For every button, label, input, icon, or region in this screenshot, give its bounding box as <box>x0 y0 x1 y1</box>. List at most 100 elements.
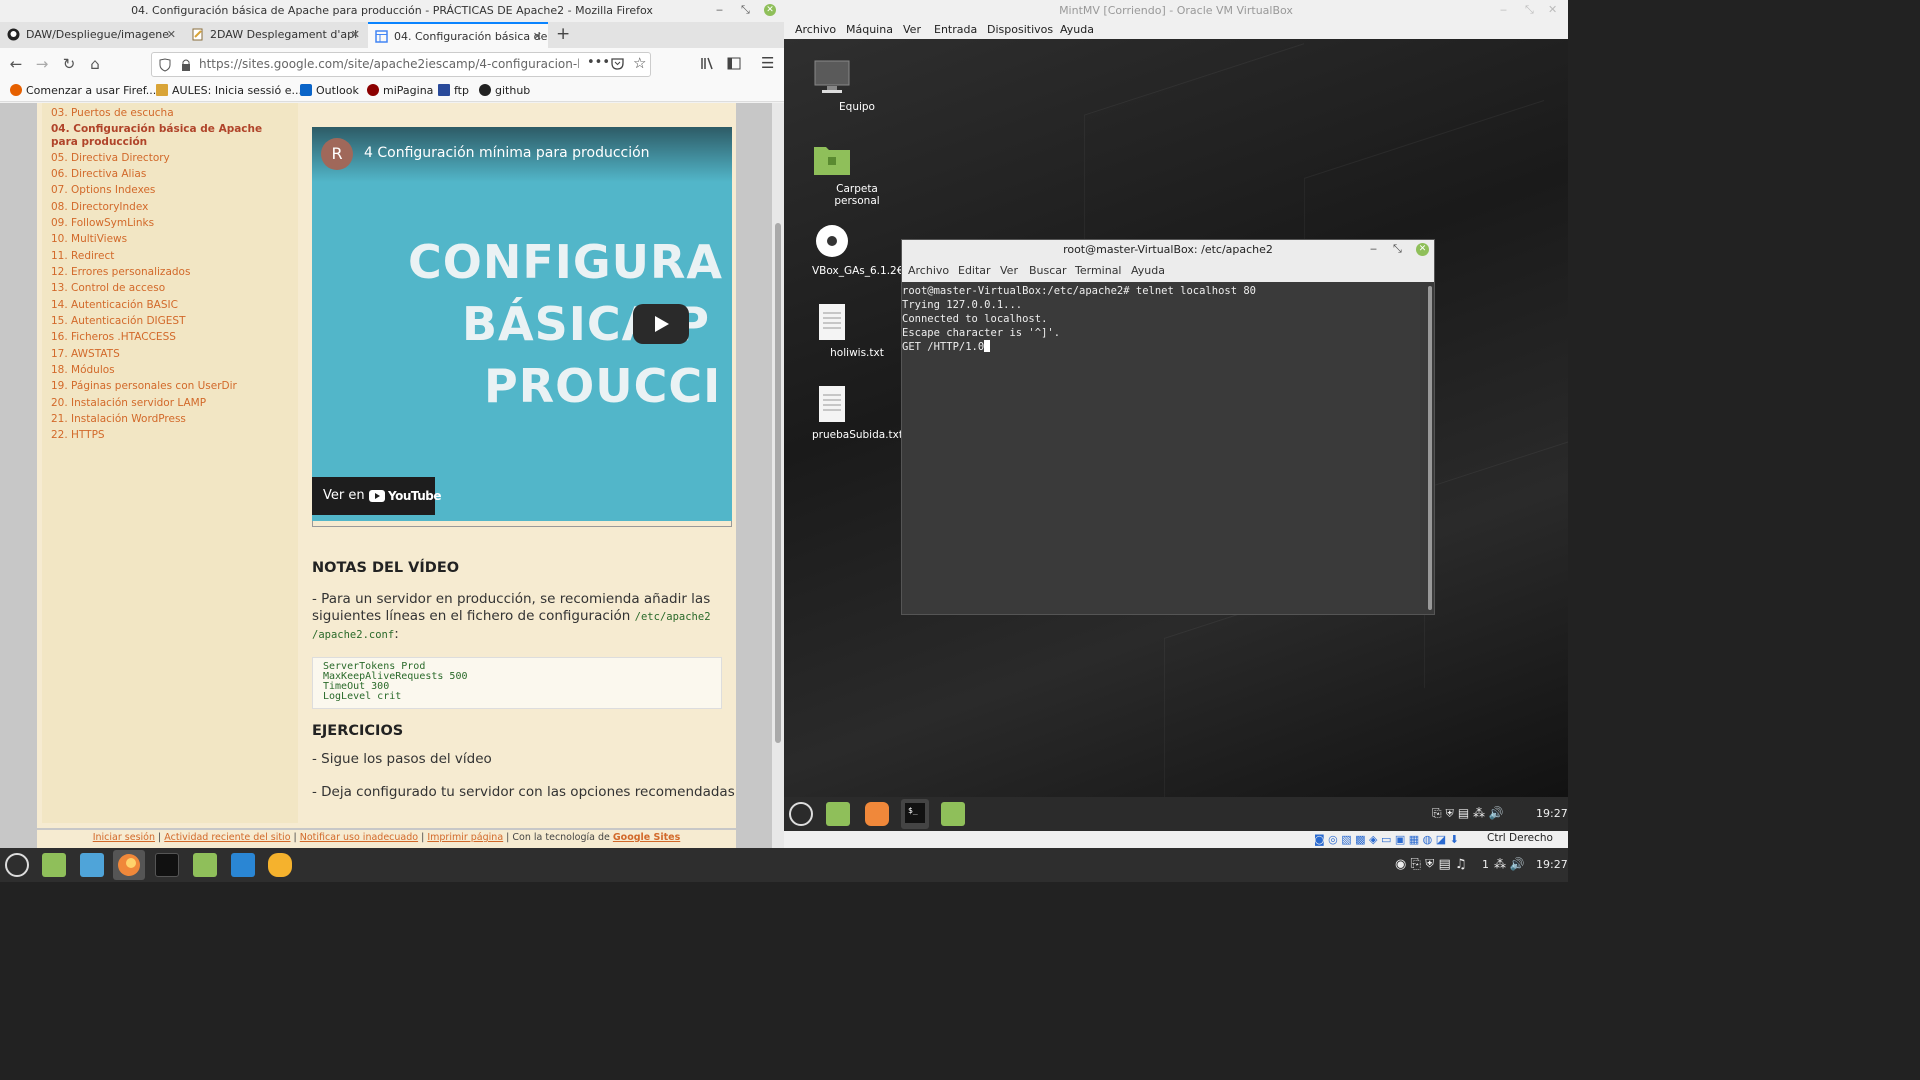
channel-avatar[interactable]: R <box>321 138 353 170</box>
nav-link[interactable]: 20. Instalación servidor LAMP <box>51 397 206 409</box>
menu-terminal[interactable]: Terminal <box>1075 264 1122 277</box>
menu-ayuda[interactable]: Ayuda <box>1060 23 1094 36</box>
reload-icon[interactable]: ↻ <box>60 55 78 73</box>
files-icon[interactable] <box>826 802 850 826</box>
close-button[interactable]: ✕ <box>764 4 776 16</box>
desktop-icon-holiwis[interactable]: holiwis.txt <box>812 303 902 359</box>
nav-link[interactable]: 08. DirectoryIndex <box>51 201 148 213</box>
nav-link[interactable]: 03. Puertos de escucha <box>51 107 174 119</box>
shield-lock-icon[interactable] <box>158 58 192 72</box>
nav-link[interactable]: 18. Módulos <box>51 364 115 376</box>
nav-link[interactable]: 15. Autenticación DIGEST <box>51 315 186 327</box>
show-desktop-icon[interactable] <box>42 853 66 877</box>
firefox-icon[interactable] <box>865 802 889 826</box>
url-bar[interactable]: https://sites.google.com/site/apache2ies… <box>151 52 651 77</box>
close-button[interactable]: ✕ <box>1548 3 1557 16</box>
desktop-icon-pruebasubida[interactable]: pruebaSubida.txt <box>812 385 903 441</box>
maximize-button[interactable]: ⤡ <box>741 3 750 17</box>
desktop-icon-equipo[interactable]: Equipo <box>812 59 902 113</box>
nav-link[interactable]: 11. Redirect <box>51 250 114 262</box>
bookmark-item[interactable]: miPagina <box>367 84 433 97</box>
bookmark-item[interactable]: Outlook <box>300 84 359 97</box>
library-icon[interactable] <box>700 57 714 70</box>
folder-icon[interactable] <box>193 853 217 877</box>
tab-configuracion[interactable]: 04. Configuración básica de ✕ <box>368 22 548 48</box>
nav-link[interactable]: 07. Options Indexes <box>51 184 155 196</box>
nav-link[interactable]: 16. Ficheros .HTACCESS <box>51 331 176 343</box>
new-tab-button[interactable]: + <box>556 24 570 44</box>
pocket-icon[interactable] <box>611 57 624 70</box>
google-sites-link[interactable]: Google Sites <box>613 832 680 843</box>
footer-link[interactable]: Imprimir página <box>427 832 503 843</box>
home-icon[interactable]: ⌂ <box>86 55 104 73</box>
virtualbox-icon[interactable] <box>80 853 104 877</box>
play-button[interactable] <box>633 304 689 344</box>
video-title[interactable]: 4 Configuración mínima para producción <box>364 145 650 161</box>
menu-dispositivos[interactable]: Dispositivos <box>987 23 1053 36</box>
footer-link[interactable]: Iniciar sesión <box>93 832 155 843</box>
firefox-active-icon[interactable] <box>113 850 145 880</box>
bookmark-item[interactable]: ftp <box>438 84 469 97</box>
mint-menu-icon[interactable] <box>789 802 813 826</box>
network-volume-icons[interactable]: ⁂ 🔊 <box>1494 857 1525 871</box>
minimize-button[interactable]: ‒ <box>1370 242 1377 255</box>
sidebar-icon[interactable] <box>727 57 741 70</box>
close-tab-icon[interactable]: ✕ <box>533 24 542 48</box>
nav-link[interactable]: 17. AWSTATS <box>51 348 120 360</box>
nav-link[interactable]: 12. Errores personalizados <box>51 266 190 278</box>
nav-link[interactable]: 09. FollowSymLinks <box>51 217 154 229</box>
maximize-button[interactable]: ⤡ <box>1393 242 1402 256</box>
nav-link[interactable]: 22. HTTPS <box>51 429 105 441</box>
back-icon[interactable]: ← <box>7 55 25 73</box>
nav-link[interactable]: 21. Instalación WordPress <box>51 413 186 425</box>
menu-maquina[interactable]: Máquina <box>846 23 893 36</box>
vbox-device-icons[interactable]: ◙ ◎ ▧ ▩ ◈ ▭ ▣ ▦ ◍ ◪ ⬇ <box>1314 833 1459 846</box>
desktop-icon-vbox-gas[interactable]: VBox_GAs_6.1.2€ <box>812 223 903 277</box>
nav-link[interactable]: 10. MultiViews <box>51 233 127 245</box>
nav-link[interactable]: 06. Directiva Alias <box>51 168 146 180</box>
nav-link[interactable]: 13. Control de acceso <box>51 282 165 294</box>
terminal-active-icon[interactable]: $_ <box>901 799 929 829</box>
menu-buscar[interactable]: Buscar <box>1029 264 1067 277</box>
menu-ver[interactable]: Ver <box>1000 264 1018 277</box>
filezilla-icon[interactable] <box>268 853 292 877</box>
menu-archivo[interactable]: Archivo <box>795 23 836 36</box>
menu-editar[interactable]: Editar <box>958 264 991 277</box>
tab-2daw[interactable]: 2DAW Desplegament d'apl ✕ <box>184 22 366 48</box>
bookmark-item[interactable]: Comenzar a usar Firef... <box>10 84 156 97</box>
bookmark-item[interactable]: github <box>479 84 530 97</box>
menu-ayuda[interactable]: Ayuda <box>1131 264 1165 277</box>
close-tab-icon[interactable]: ✕ <box>351 22 360 48</box>
minimize-button[interactable]: ‒ <box>716 3 723 16</box>
menu-entrada[interactable]: Entrada <box>934 23 977 36</box>
page-actions-icon[interactable]: ••• <box>587 55 610 70</box>
nav-link[interactable]: 14. Autenticación BASIC <box>51 299 178 311</box>
mint-menu-icon[interactable] <box>5 853 29 877</box>
close-button[interactable]: ✕ <box>1416 243 1429 256</box>
forward-icon[interactable]: → <box>33 55 51 73</box>
menu-icon[interactable]: ☰ <box>761 54 774 72</box>
youtube-embed[interactable]: R 4 Configuración mínima para producción… <box>312 127 732 521</box>
footer-link[interactable]: Notificar uso inadecuado <box>300 832 418 843</box>
nav-link[interactable]: 19. Páginas personales con UserDir <box>51 380 237 392</box>
close-tab-icon[interactable]: ✕ <box>167 22 176 48</box>
footer-link[interactable]: Actividad reciente del sitio <box>164 832 290 843</box>
nav-link-current[interactable]: 04. Configuración básica de Apache para … <box>51 123 291 149</box>
bookmark-star-icon[interactable]: ☆ <box>633 54 646 72</box>
menu-ver[interactable]: Ver <box>903 23 921 36</box>
page-scrollbar[interactable] <box>772 103 784 848</box>
folder-icon[interactable] <box>941 802 965 826</box>
tab-github[interactable]: DAW/Despliegue/imagene ✕ <box>0 22 182 48</box>
desktop-icon-carpeta[interactable]: Carpeta personal <box>812 141 902 207</box>
bookmark-item[interactable]: AULES: Inicia sessió e... <box>156 84 302 97</box>
vscode-icon[interactable] <box>231 853 255 877</box>
terminal-icon[interactable] <box>155 853 179 877</box>
tray-icons[interactable]: ⎘ ⛨ ▤ ⁂ 🔊 <box>1432 806 1504 821</box>
menu-archivo[interactable]: Archivo <box>908 264 949 277</box>
tray-icons[interactable]: ◉ ⎘ ⛨ ▤ ♫ <box>1395 857 1467 872</box>
minimize-button[interactable]: ‒ <box>1500 3 1507 16</box>
scrollbar-thumb[interactable] <box>775 223 781 743</box>
workspace-indicator[interactable]: 1 <box>1482 858 1489 871</box>
watch-on-youtube-button[interactable]: Ver en YouTube <box>312 477 442 515</box>
nav-link[interactable]: 05. Directiva Directory <box>51 152 170 164</box>
